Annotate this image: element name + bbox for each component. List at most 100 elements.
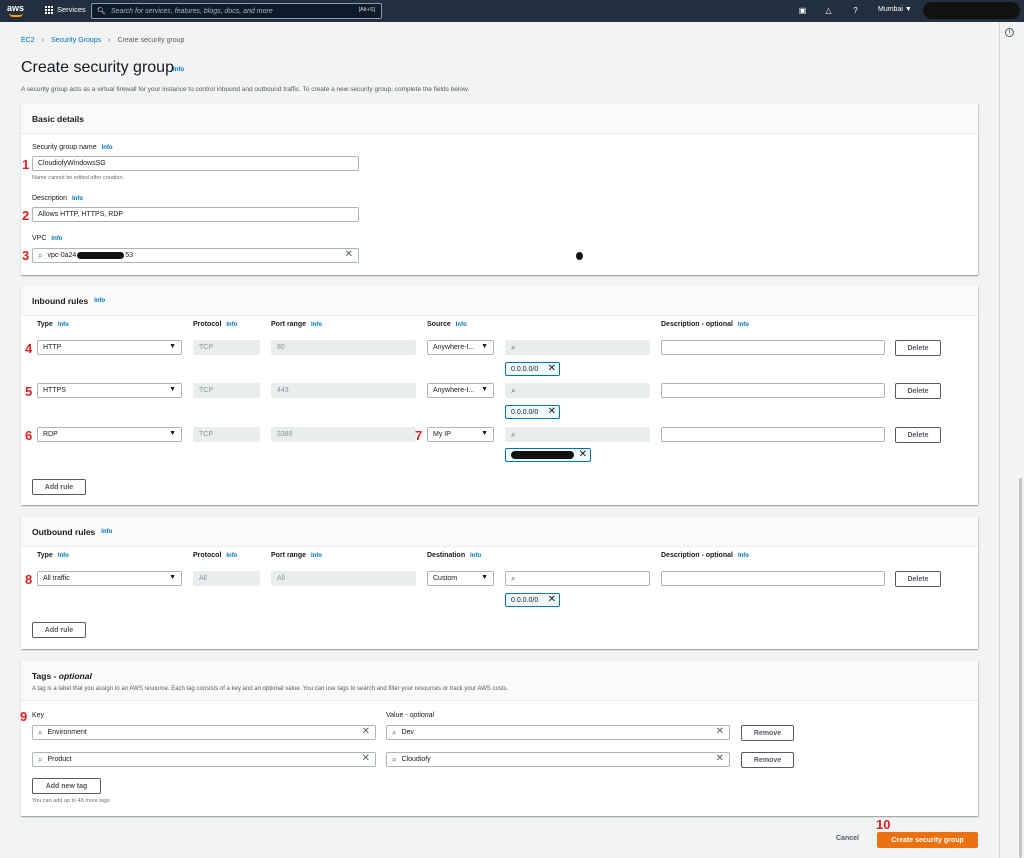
rule-cidr-search[interactable]: ⌕	[505, 340, 650, 355]
col-source: Source Info	[427, 321, 467, 328]
add-new-tag-button[interactable]: Add new tag	[32, 778, 101, 794]
rule-cidr-search[interactable]: ⌕	[505, 571, 650, 586]
col-port-range: Port range Info	[271, 321, 323, 328]
services-menu[interactable]: Services	[45, 5, 86, 14]
clear-icon[interactable]: ✕	[716, 753, 724, 764]
col-protocol: Protocol Info	[193, 552, 238, 559]
annotation-number: 2	[22, 208, 30, 223]
redacted-ip-mask	[511, 451, 574, 459]
info-link[interactable]: Info	[101, 529, 112, 535]
rule-destination-select[interactable]: Custom ▼	[427, 571, 494, 586]
rule-description-input[interactable]	[661, 383, 885, 398]
add-outbound-rule-button[interactable]: Add rule	[32, 622, 86, 638]
rule-protocol: TCP	[193, 383, 260, 398]
caret-down-icon: ▼	[481, 430, 488, 437]
search-icon: ⌕	[511, 429, 516, 439]
info-link[interactable]: Info	[94, 298, 105, 304]
rule-type-select[interactable]: HTTPS ▼	[37, 383, 182, 398]
tag-key-input[interactable]: ⌕ Product ✕	[32, 752, 376, 767]
remove-token-icon[interactable]: ✕	[548, 594, 556, 605]
info-panel-icon[interactable]: i	[1005, 28, 1014, 37]
rule-description-input[interactable]	[661, 571, 885, 586]
outbound-rules-header: Outbound rules Info	[21, 517, 978, 547]
annotation-number: 5	[25, 384, 33, 399]
delete-rule-button[interactable]: Delete	[895, 427, 941, 443]
rule-cidr-search[interactable]: ⌕	[505, 427, 650, 442]
rule-source-select[interactable]: My IP ▼	[427, 427, 494, 442]
tags-card: Tags - optional A tag is a label that yo…	[21, 661, 978, 816]
global-search-input[interactable]: 🔍︎ Search for services, features, blogs,…	[91, 3, 382, 19]
security-group-name-input[interactable]: CloudiofyWindowsSG	[32, 156, 359, 171]
aws-logo[interactable]: aws	[7, 3, 24, 13]
create-security-group-button[interactable]: Create security group	[877, 832, 978, 848]
help-icon[interactable]: ?	[850, 5, 861, 16]
basic-details-card: Basic details Security group name Info Cl…	[21, 104, 978, 275]
caret-down-icon: ▼	[169, 343, 176, 350]
rule-description-input[interactable]	[661, 427, 885, 442]
search-placeholder: Search for services, features, blogs, do…	[110, 7, 273, 15]
col-destination: Destination Info	[427, 552, 482, 559]
rule-cidr-search[interactable]: ⌕	[505, 383, 650, 398]
remove-token-icon[interactable]: ✕	[579, 449, 587, 460]
tag-key-input[interactable]: ⌕ Environment ✕	[32, 725, 376, 740]
breadcrumb: EC2 › Security Groups › Create security …	[21, 37, 184, 44]
annotation-number: 6	[25, 428, 33, 443]
delete-rule-button[interactable]: Delete	[895, 383, 941, 399]
region-selector[interactable]: Mumbai ▼	[878, 6, 912, 13]
breadcrumb-current: Create security group	[117, 37, 185, 44]
remove-tag-button[interactable]: Remove	[741, 752, 794, 768]
info-link[interactable]: Info	[102, 145, 113, 151]
rule-port-range: 3389	[271, 427, 416, 442]
caret-down-icon: ▼	[481, 343, 488, 350]
cancel-button[interactable]: Cancel	[836, 835, 859, 842]
col-type: Type Info	[37, 321, 69, 328]
page-description: A security group acts as a virtual firew…	[21, 86, 470, 93]
inbound-rules-heading: Inbound rules	[32, 295, 89, 306]
annotation-number: 4	[25, 341, 33, 356]
cidr-token: 0.0.0.0/0 ✕	[505, 362, 560, 376]
remove-tag-button[interactable]: Remove	[741, 725, 794, 741]
rule-port-range: All	[271, 571, 416, 586]
rule-port-range: 443	[271, 383, 416, 398]
rule-description-input[interactable]	[661, 340, 885, 355]
remove-token-icon[interactable]: ✕	[548, 406, 556, 417]
notifications-bell-icon[interactable]: △	[823, 5, 834, 16]
account-menu[interactable]	[923, 2, 1020, 19]
rule-type-select[interactable]: RDP ▼	[37, 427, 182, 442]
rule-type-select[interactable]: HTTP ▼	[37, 340, 182, 355]
clear-icon[interactable]: ✕	[362, 753, 370, 764]
rule-source-select[interactable]: Anywhere-I... ▼	[427, 340, 494, 355]
search-icon: 🔍︎	[97, 8, 106, 15]
description-input[interactable]: Allows HTTP, HTTPS, RDP	[32, 207, 359, 222]
clear-icon[interactable]: ✕	[716, 726, 724, 737]
tag-value-input[interactable]: ⌕ Cloudiofy ✕	[386, 752, 730, 767]
annotation-number: 7	[415, 428, 423, 443]
clear-icon[interactable]: ✕	[362, 726, 370, 737]
caret-down-icon: ▼	[481, 574, 488, 581]
breadcrumb-security-groups[interactable]: Security Groups	[51, 37, 101, 44]
rule-source-select[interactable]: Anywhere-I... ▼	[427, 383, 494, 398]
title-info-link[interactable]: Info	[173, 67, 184, 73]
basic-details-header: Basic details	[21, 104, 978, 134]
info-link[interactable]: Info	[51, 236, 62, 242]
annotation-number: 10	[876, 817, 891, 832]
rule-port-range: 80	[271, 340, 416, 355]
redacted-mask	[77, 252, 125, 259]
delete-rule-button[interactable]: Delete	[895, 340, 941, 356]
cidr-token: ✕	[505, 448, 591, 462]
vpc-select[interactable]: ⌕ vpc-0a24 53 ✕	[32, 248, 359, 263]
add-inbound-rule-button[interactable]: Add rule	[32, 479, 86, 495]
basic-details-heading: Basic details	[32, 113, 84, 124]
col-port-range: Port range Info	[271, 552, 323, 559]
delete-rule-button[interactable]: Delete	[895, 571, 941, 587]
scrollbar[interactable]	[1019, 478, 1022, 858]
clear-icon[interactable]: ✕	[345, 249, 353, 260]
rule-type-select[interactable]: All traffic ▼	[37, 571, 182, 586]
outbound-rules-card: Outbound rules Info Type Info Protocol Inf…	[21, 517, 978, 649]
breadcrumb-ec2[interactable]: EC2	[21, 37, 35, 44]
tag-value-input[interactable]: ⌕ Dev ✕	[386, 725, 730, 740]
search-icon: ⌕	[38, 727, 43, 737]
info-link[interactable]: Info	[72, 196, 83, 202]
remove-token-icon[interactable]: ✕	[548, 363, 556, 374]
cloudshell-icon[interactable]: ▣	[797, 5, 808, 16]
